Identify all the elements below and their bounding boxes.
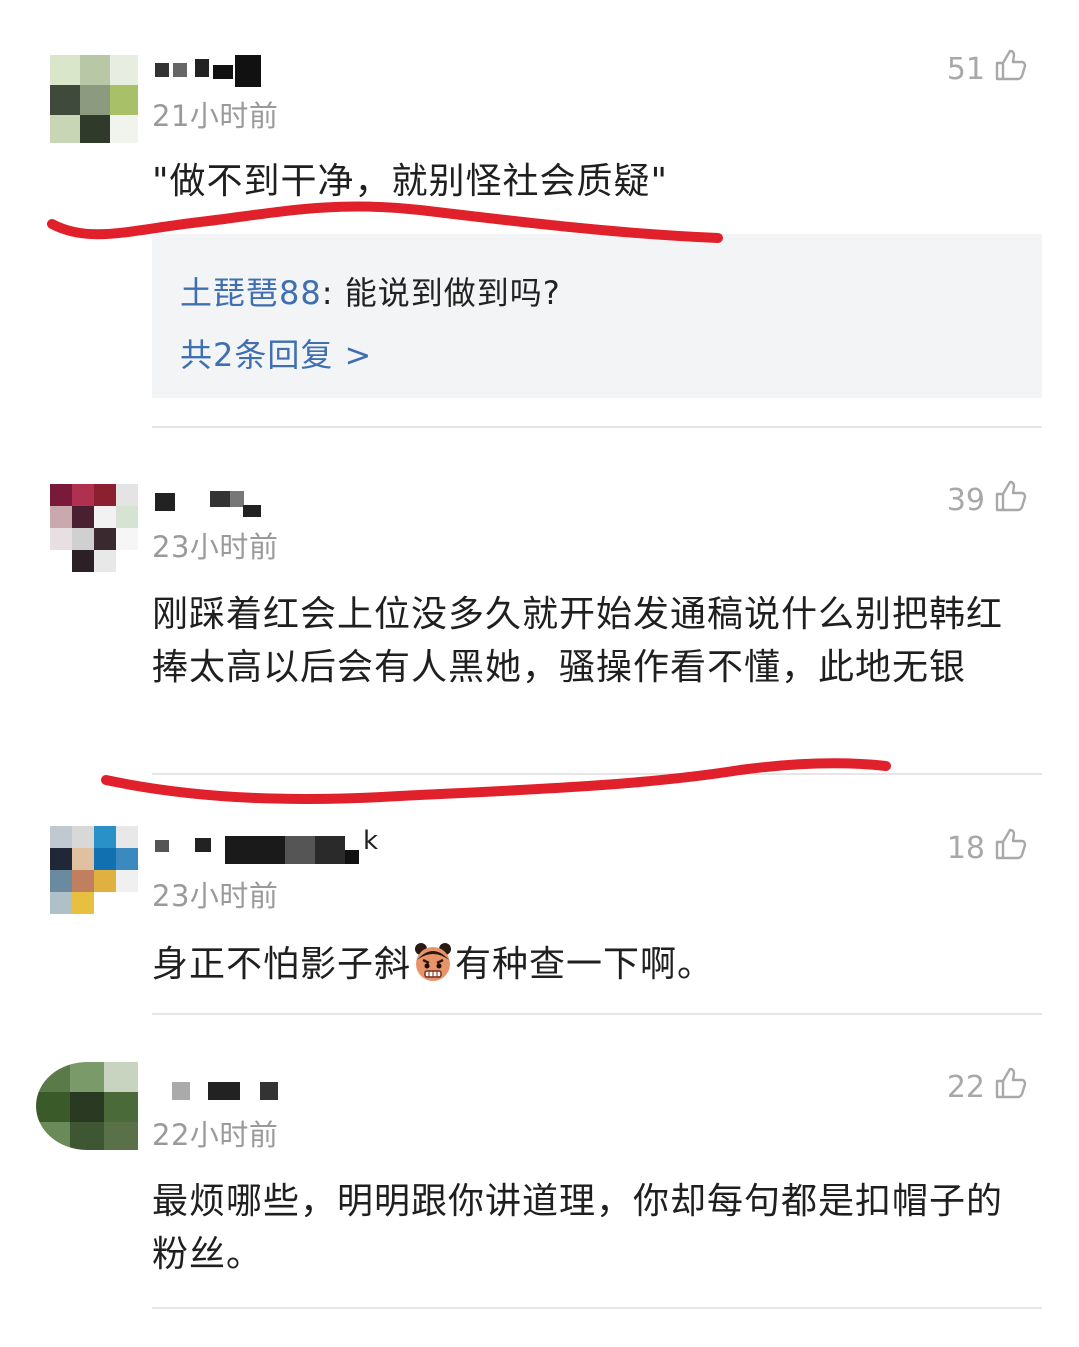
- avatar[interactable]: [50, 55, 138, 143]
- divider: [152, 773, 1042, 775]
- reply-separator: :: [321, 274, 345, 312]
- reply-line: 土琵琶88: 能说到做到吗?: [180, 268, 561, 314]
- username-blurred[interactable]: k: [155, 826, 395, 864]
- like-count: 39: [946, 482, 985, 518]
- reply-username[interactable]: 土琵琶88: [180, 274, 322, 312]
- divider: [152, 1307, 1042, 1309]
- comment-text: "做不到干净，就别怪社会质疑": [152, 161, 669, 202]
- like-count: 18: [946, 830, 985, 866]
- divider: [152, 1013, 1042, 1015]
- like-count: 22: [946, 1069, 985, 1105]
- like-button[interactable]: 51: [947, 47, 1029, 91]
- comment-time: 23小时前: [152, 530, 279, 564]
- like-button[interactable]: 22: [947, 1065, 1029, 1109]
- username-blurred[interactable]: [155, 55, 265, 89]
- comment-text: 刚踩着红会上位没多久就开始发通稿说什么别把韩红捧太高以后会有人黑她，骚操作看不懂…: [152, 594, 1004, 688]
- thumbs-up-icon: [993, 47, 1029, 91]
- thumbs-up-icon: [993, 478, 1029, 522]
- comment-text: 身正不怕影子斜 有种查一下啊。: [152, 938, 1032, 991]
- comment-time: 21小时前: [152, 99, 279, 133]
- like-button[interactable]: 39: [947, 478, 1029, 522]
- username-blurred[interactable]: [172, 1078, 282, 1112]
- comment-text-part: 有种查一下啊。: [455, 944, 715, 985]
- username-blurred[interactable]: [155, 487, 275, 521]
- username-tail: k: [363, 826, 379, 856]
- view-replies-link[interactable]: 共2条回复 >: [180, 330, 372, 376]
- avatar[interactable]: [36, 1062, 138, 1150]
- avatar[interactable]: [50, 484, 138, 572]
- comment-text-part: 身正不怕影子斜: [152, 944, 412, 985]
- avatar[interactable]: [50, 826, 138, 914]
- angry-face-emoji: [411, 940, 455, 984]
- like-count: 51: [946, 51, 985, 87]
- reply-text: 能说到做到吗?: [344, 274, 561, 312]
- comment-time: 22小时前: [152, 1118, 279, 1152]
- like-button[interactable]: 18: [947, 826, 1029, 870]
- comment-time: 23小时前: [152, 879, 279, 913]
- red-underline: [101, 758, 891, 804]
- thumbs-up-icon: [993, 1065, 1029, 1109]
- reply-preview[interactable]: 土琵琶88: 能说到做到吗? 共2条回复 >: [152, 234, 1042, 398]
- divider: [152, 426, 1042, 428]
- comment-text: 最烦哪些，明明跟你讲道理，你却每句都是扣帽子的粉丝。: [152, 1181, 1004, 1275]
- thumbs-up-icon: [993, 826, 1029, 870]
